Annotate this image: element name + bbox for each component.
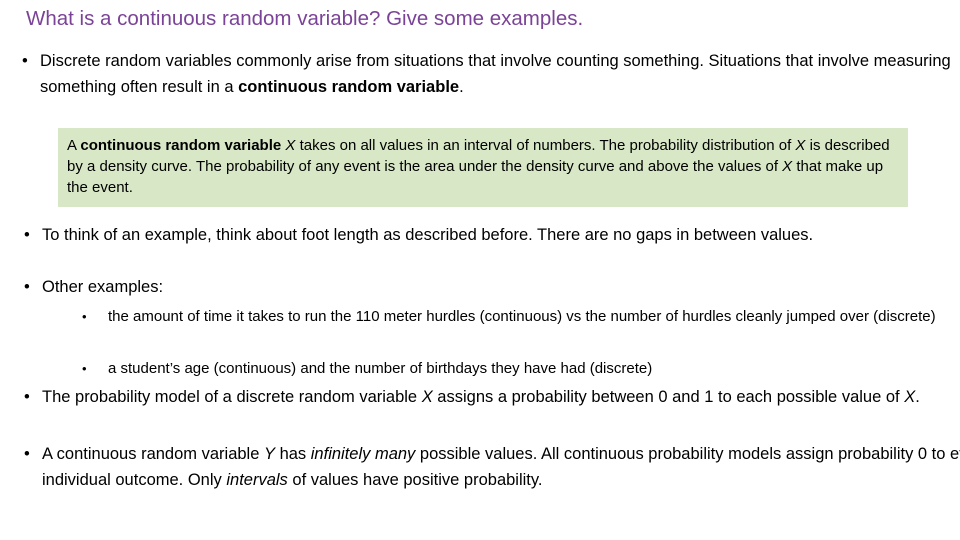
bullet-foot-length-example: • To think of an example, think about fo… <box>0 222 960 248</box>
bullet-marker: • <box>24 445 30 463</box>
bullet-other-examples: • Other examples: <box>0 274 960 300</box>
bullet-continuous-variable-y: • A continuous random variable Y has inf… <box>0 441 960 493</box>
bullet-marker: • <box>24 226 30 244</box>
prob-model-part-3: . <box>915 388 920 406</box>
callout-variable-x-3: X <box>782 158 793 175</box>
bullet-text: The probability model of a discrete rand… <box>42 384 960 410</box>
intro-bold-term: continuous random variable <box>238 78 460 96</box>
bullet-text: Other examples: <box>42 278 164 296</box>
prob-model-variable-x-2: X <box>904 388 916 406</box>
sub-bullet-text: a student’s age (continuous) and the num… <box>108 360 653 377</box>
continuous-part-2: has <box>274 445 311 463</box>
callout-part-3: takes on all values in an interval of nu… <box>295 137 796 154</box>
sub-bullet-hurdles: • the amount of time it takes to run the… <box>0 304 960 330</box>
bullet-discrete-random-variables: • Discrete random variables commonly ari… <box>0 48 960 100</box>
continuous-italic-infinitely-many: infinitely many <box>310 445 416 463</box>
continuous-italic-intervals: intervals <box>226 471 288 489</box>
intro-text-part-1: Discrete random variables commonly arise… <box>40 52 951 96</box>
sub-bullet-student-age: • a student’s age (continuous) and the n… <box>0 356 960 382</box>
prob-model-part-2: assigns a probability between 0 and 1 to… <box>432 388 905 406</box>
callout-bold-term: continuous random variable <box>80 137 282 154</box>
bullet-text: To think of an example, think about foot… <box>42 226 814 244</box>
sub-bullet-marker: • <box>82 361 87 376</box>
continuous-part-4: of values have positive probability. <box>287 471 543 489</box>
callout-variable-x-2: X <box>795 137 806 154</box>
bullet-text: Discrete random variables commonly arise… <box>40 48 960 100</box>
callout-part-1: A <box>67 137 81 154</box>
slide: What is a continuous random variable? Gi… <box>0 0 960 540</box>
intro-text-part-2: . <box>459 78 464 96</box>
bullet-marker: • <box>22 52 28 70</box>
definition-callout-box: A continuous random variable X takes on … <box>58 128 908 207</box>
continuous-variable-y: Y <box>263 445 275 463</box>
prob-model-variable-x-1: X <box>421 388 433 406</box>
page-title: What is a continuous random variable? Gi… <box>26 7 584 30</box>
bullet-text: A continuous random variable Y has infin… <box>42 441 960 493</box>
bullet-marker: • <box>24 388 30 406</box>
callout-variable-x-1: X <box>285 137 296 154</box>
bullet-marker: • <box>24 278 30 296</box>
sub-bullet-text: the amount of time it takes to run the 1… <box>108 308 936 325</box>
bullet-probability-model: • The probability model of a discrete ra… <box>0 384 960 410</box>
prob-model-part-1: The probability model of a discrete rand… <box>42 388 422 406</box>
sub-bullet-marker: • <box>82 309 87 324</box>
continuous-part-1: A continuous random variable <box>42 445 264 463</box>
